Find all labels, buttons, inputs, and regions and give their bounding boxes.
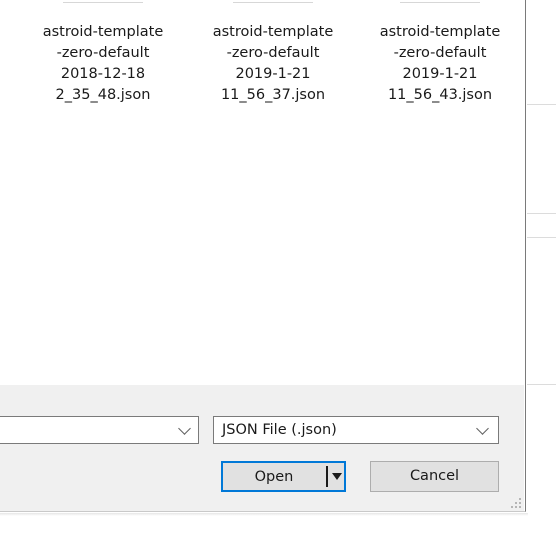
file-thumbnail-edge [63,2,143,3]
file-thumbnail-edge [400,2,480,3]
chevron-down-icon[interactable] [476,422,489,435]
open-button[interactable]: Open [221,461,346,492]
file-type-select[interactable]: JSON File (.json) [213,416,499,444]
file-list-view[interactable]: astroid-template -zero-default 2018-12-1… [0,0,524,385]
background-divider [527,237,556,238]
file-name-line: 2019-1-21 [235,66,311,82]
file-name-line: 11_56_37.json [220,87,326,103]
dialog-bottom-panel: JSON File (.json) Open Cancel [0,385,524,511]
file-name: astroid-template -zero-default 2019-1-21… [194,22,352,106]
file-name-line: astroid-template [212,24,334,40]
file-item[interactable]: astroid-template -zero-default 2018-12-1… [24,0,182,120]
file-name-line: astroid-template [379,24,501,40]
file-name-line: 2018-12-18 [60,66,146,82]
file-item[interactable]: astroid-template -zero-default 2019-1-21… [361,0,519,120]
background-divider [527,384,556,385]
background-divider [527,104,556,105]
resize-grip-icon[interactable] [509,496,521,508]
file-thumbnail-edge [233,2,313,3]
file-name-line: 11_56_43.json [387,87,493,103]
file-name-line: -zero-default [393,45,487,61]
file-name-line: -zero-default [226,45,320,61]
triangle-down-icon[interactable] [332,473,342,480]
file-name-line: 2_35_48.json [55,87,151,103]
file-item[interactable]: astroid-template -zero-default 2019-1-21… [194,0,352,120]
file-name: astroid-template -zero-default 2019-1-21… [361,22,519,106]
file-name-input[interactable] [0,417,170,443]
dialog-shadow [0,513,528,516]
chevron-down-icon[interactable] [178,422,191,435]
file-name-line: astroid-template [42,24,164,40]
file-type-selected-value: JSON File (.json) [222,422,337,438]
cancel-button[interactable]: Cancel [370,461,499,492]
open-button-label: Open [254,469,294,485]
file-name-line: -zero-default [56,45,150,61]
file-name-line: 2019-1-21 [402,66,478,82]
background-divider [527,213,556,214]
file-open-dialog: astroid-template -zero-default 2018-12-1… [0,0,526,512]
open-split-divider [326,466,328,487]
file-name-combobox[interactable] [0,416,199,444]
file-name: astroid-template -zero-default 2018-12-1… [24,22,182,106]
